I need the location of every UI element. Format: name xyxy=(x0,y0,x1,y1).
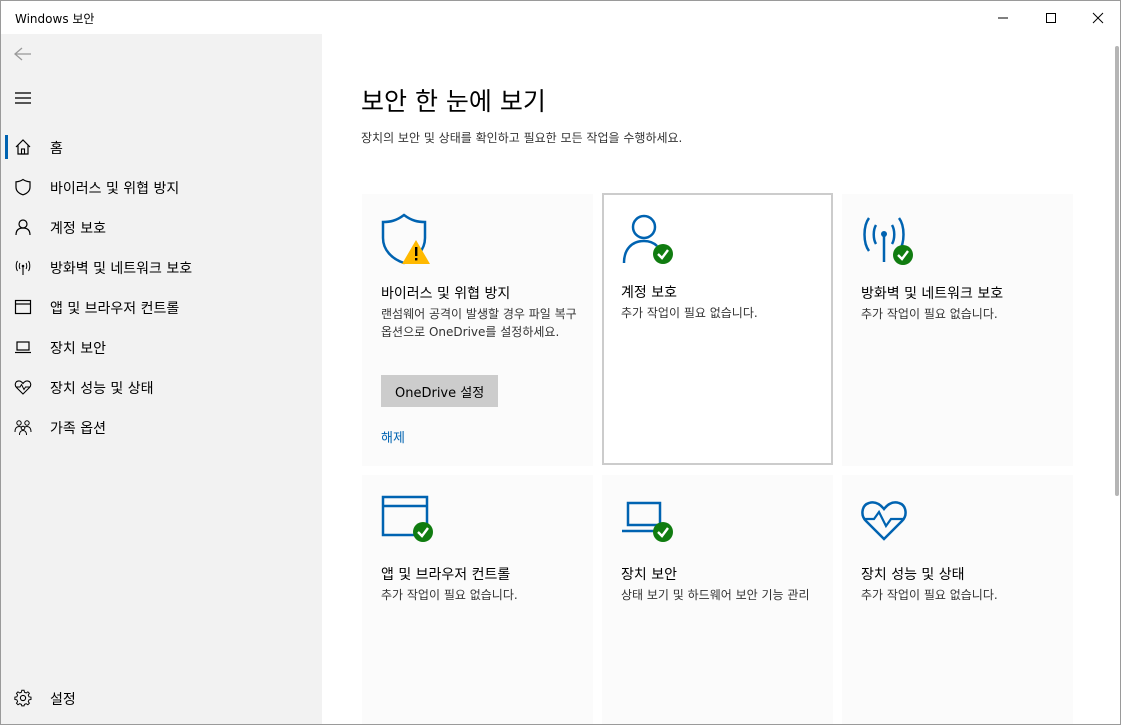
sidebar-item-virus-protection[interactable]: 바이러스 및 위협 방지 xyxy=(1,167,322,207)
hamburger-icon xyxy=(15,92,31,104)
close-button[interactable] xyxy=(1075,1,1120,34)
sidebar-nav: 홈 바이러스 및 위협 방지 계정 보호 방화벽 및 네트워크 보호 앱 및 브… xyxy=(1,127,322,447)
tile-virus-protection[interactable]: 바이러스 및 위협 방지 랜섬웨어 공격이 발생할 경우 파일 복구 옵션으로 … xyxy=(362,194,593,466)
tile-description: 랜섬웨어 공격이 발생할 경우 파일 복구 옵션으로 OneDrive를 설정하… xyxy=(381,307,577,339)
page-title: 보안 한 눈에 보기 xyxy=(361,87,546,116)
back-button[interactable] xyxy=(11,44,35,64)
tile-title: 방화벽 및 네트워크 보호 xyxy=(861,286,1004,302)
tile-title: 계정 보호 xyxy=(621,285,677,301)
tile-app-browser[interactable]: 앱 및 브라우저 컨트롤 추가 작업이 필요 없습니다. xyxy=(362,475,593,724)
maximize-icon xyxy=(1046,12,1056,23)
tile-title: 바이러스 및 위협 방지 xyxy=(381,286,511,302)
sidebar-item-home[interactable]: 홈 xyxy=(1,127,322,167)
family-icon xyxy=(13,417,33,437)
back-arrow-icon xyxy=(14,47,31,61)
antenna-icon xyxy=(13,257,33,277)
person-icon xyxy=(13,217,33,237)
main-content: 보안 한 눈에 보기 장치의 보안 및 상태를 확인하고 필요한 모든 작업을 … xyxy=(322,34,1120,724)
tile-account-protection[interactable]: 계정 보호 추가 작업이 필요 없습니다. xyxy=(602,193,833,465)
maximize-button[interactable] xyxy=(1028,1,1074,34)
page-subtitle: 장치의 보안 및 상태를 확인하고 필요한 모든 작업을 수행하세요. xyxy=(361,131,683,145)
tile-description: 추가 작업이 필요 없습니다. xyxy=(861,307,998,321)
close-icon xyxy=(1092,12,1104,23)
vertical-scrollbar[interactable] xyxy=(1115,46,1119,496)
sidebar-item-label: 바이러스 및 위협 방지 xyxy=(50,181,180,197)
antenna-check-icon xyxy=(860,212,916,268)
laptop-icon xyxy=(13,337,33,357)
sidebar-item-device-security[interactable]: 장치 보안 xyxy=(1,327,322,367)
heart-pulse-icon xyxy=(860,493,916,549)
sidebar-item-firewall[interactable]: 방화벽 및 네트워크 보호 xyxy=(1,247,322,287)
tile-device-health[interactable]: 장치 성능 및 상태 추가 작업이 필요 없습니다. xyxy=(842,475,1073,724)
sidebar-item-label: 홈 xyxy=(50,141,63,157)
gear-icon xyxy=(13,688,33,708)
tile-title: 장치 보안 xyxy=(621,567,677,583)
tile-description: 추가 작업이 필요 없습니다. xyxy=(621,306,758,320)
sidebar-item-settings[interactable]: 설정 xyxy=(1,678,322,718)
window-title: Windows 보안 xyxy=(15,12,95,26)
hamburger-menu-button[interactable] xyxy=(11,88,35,108)
minimize-button[interactable] xyxy=(980,1,1026,34)
shield-warning-icon xyxy=(380,212,436,268)
title-bar: Windows 보안 xyxy=(1,1,1120,34)
sidebar-item-label: 앱 및 브라우저 컨트롤 xyxy=(50,301,180,317)
tile-description: 추가 작업이 필요 없습니다. xyxy=(861,588,998,602)
sidebar-item-device-health[interactable]: 장치 성능 및 상태 xyxy=(1,367,322,407)
tile-description: 상태 보기 및 하드웨어 보안 기능 관리 xyxy=(621,588,810,602)
shield-icon xyxy=(13,177,33,197)
sidebar: 홈 바이러스 및 위협 방지 계정 보호 방화벽 및 네트워크 보호 앱 및 브… xyxy=(1,34,322,724)
tile-description: 추가 작업이 필요 없습니다. xyxy=(381,588,518,602)
minimize-icon xyxy=(998,17,1008,18)
sidebar-item-label: 방화벽 및 네트워크 보호 xyxy=(50,261,193,277)
sidebar-item-label: 가족 옵션 xyxy=(50,421,106,437)
browser-window-icon xyxy=(13,297,33,317)
laptop-check-icon xyxy=(620,493,676,549)
windows-security-window: Windows 보안 홈 바이러스 및 위협 방지 계정 보호 방화벽 및 네트… xyxy=(0,0,1121,725)
settings-label: 설정 xyxy=(50,692,76,708)
tile-title: 앱 및 브라우저 컨트롤 xyxy=(381,567,511,583)
tile-title: 장치 성능 및 상태 xyxy=(861,567,965,583)
sidebar-item-account-protection[interactable]: 계정 보호 xyxy=(1,207,322,247)
onedrive-setup-button[interactable]: OneDrive 설정 xyxy=(381,375,499,407)
sidebar-item-app-browser[interactable]: 앱 및 브라우저 컨트롤 xyxy=(1,287,322,327)
person-check-icon xyxy=(620,211,676,267)
home-icon xyxy=(13,137,33,157)
sidebar-item-label: 계정 보호 xyxy=(50,221,106,237)
heart-pulse-icon xyxy=(13,377,33,397)
sidebar-item-label: 장치 성능 및 상태 xyxy=(50,381,154,397)
tile-device-security[interactable]: 장치 보안 상태 보기 및 하드웨어 보안 기능 관리 xyxy=(602,475,833,724)
browser-window-check-icon xyxy=(380,493,436,549)
tile-firewall[interactable]: 방화벽 및 네트워크 보호 추가 작업이 필요 없습니다. xyxy=(842,194,1073,466)
sidebar-item-family-options[interactable]: 가족 옵션 xyxy=(1,407,322,447)
sidebar-item-label: 장치 보안 xyxy=(50,341,106,357)
dismiss-link[interactable]: 해제 xyxy=(381,427,405,446)
